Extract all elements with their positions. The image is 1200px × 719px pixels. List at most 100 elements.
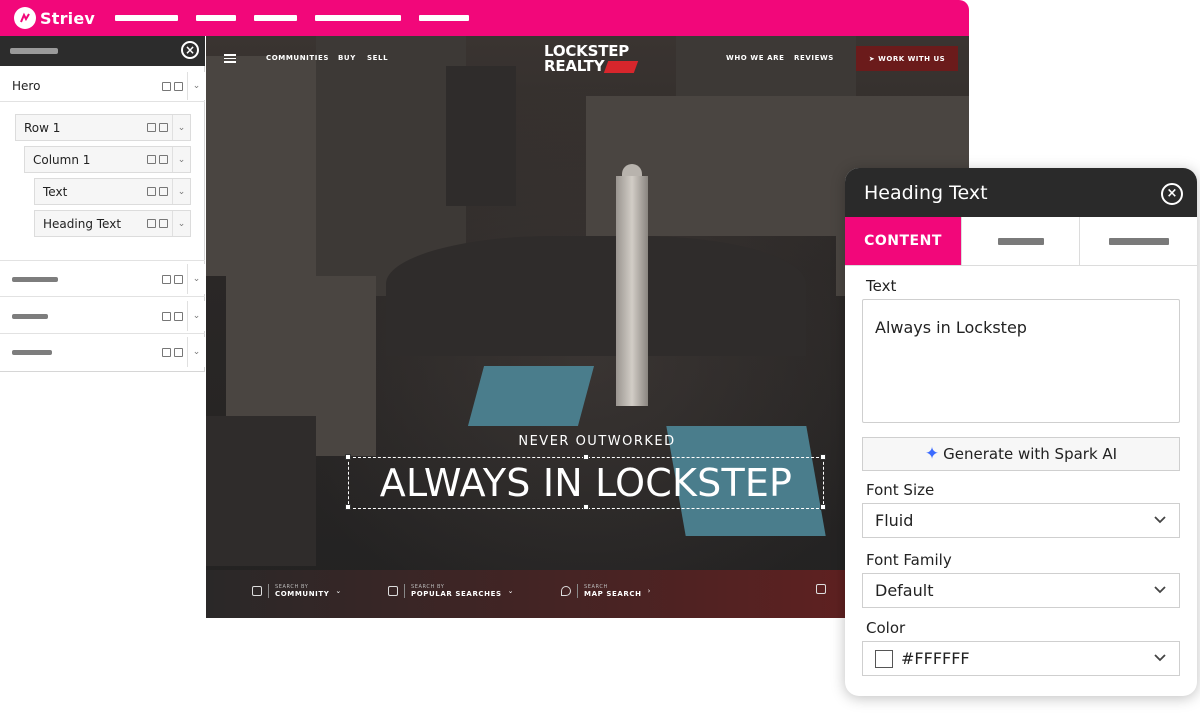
toolbar-menu-5[interactable] <box>419 15 469 21</box>
toolbar-menu-1[interactable] <box>115 15 178 21</box>
map-pin-icon <box>561 586 571 596</box>
editor-window: Striev × Hero ⌄ Row 1 ⌄ Column 1 ⌄ Text … <box>0 0 969 618</box>
tree-item-collapsed[interactable]: ⌄ <box>0 337 205 367</box>
resize-handle[interactable] <box>583 454 589 460</box>
search-item-label: MAP SEARCH <box>584 590 642 598</box>
tree-item-collapsed[interactable]: ⌄ <box>0 264 205 294</box>
resize-handle[interactable] <box>820 504 826 510</box>
copy-icon[interactable] <box>147 155 156 164</box>
trash-icon[interactable] <box>159 219 168 228</box>
send-icon: ➤ <box>868 54 876 63</box>
trash-icon[interactable] <box>159 187 168 196</box>
chevron-down-icon <box>1154 586 1166 594</box>
copy-icon[interactable] <box>162 81 171 91</box>
font-family-select[interactable]: Default <box>862 573 1180 608</box>
resize-handle[interactable] <box>820 454 826 460</box>
chevron-down-icon[interactable]: ⌄ <box>172 179 190 204</box>
chevron-down-icon[interactable]: ⌄ <box>187 337 205 367</box>
tree-item-text[interactable]: Text ⌄ <box>34 178 191 205</box>
tree-item-label: Column 1 <box>33 152 91 167</box>
tree-item-heading-text[interactable]: Heading Text ⌄ <box>34 210 191 237</box>
resize-handle[interactable] <box>583 504 589 510</box>
heading-text-input[interactable]: Always in Lockstep <box>862 299 1180 423</box>
bg-building <box>206 56 326 276</box>
search-by-community[interactable]: SEARCH BY COMMUNITY ⌄ <box>252 584 341 598</box>
sparkle-icon: ✦ <box>924 444 940 464</box>
building-icon <box>388 586 398 596</box>
nav-link-who-we-are[interactable]: WHO WE ARE <box>726 54 785 62</box>
copy-icon[interactable] <box>147 187 156 196</box>
generate-spark-ai-button[interactable]: ✦ Generate with Spark AI <box>862 437 1180 471</box>
tab-style[interactable] <box>962 217 1080 265</box>
color-select[interactable]: #FFFFFF <box>862 641 1180 676</box>
nav-link-sell[interactable]: SELL <box>367 54 388 62</box>
layers-sidebar: × Hero ⌄ Row 1 ⌄ Column 1 ⌄ Text ⌄ Headi… <box>0 36 205 372</box>
tree-item-placeholder <box>12 276 58 282</box>
bg-water <box>467 366 595 426</box>
resize-handle[interactable] <box>345 454 351 460</box>
nav-link-reviews[interactable]: REVIEWS <box>794 54 834 62</box>
community-icon <box>252 586 262 596</box>
font-family-value: Default <box>875 581 934 600</box>
toolbar-menu-4[interactable] <box>315 15 401 21</box>
hero-heading-selected[interactable]: ALWAYS IN LOCKSTEP <box>348 457 824 509</box>
work-with-us-button[interactable]: ➤ WORK WITH US <box>856 46 958 71</box>
close-icon[interactable]: × <box>181 41 199 59</box>
trash-icon[interactable] <box>159 155 168 164</box>
logo-accent-shape <box>604 60 639 73</box>
trash-icon[interactable] <box>174 274 183 284</box>
color-label: Color <box>866 619 906 637</box>
trash-icon[interactable] <box>174 311 183 321</box>
font-size-select[interactable]: Fluid <box>862 503 1180 538</box>
tree-item-label: Row 1 <box>24 120 61 135</box>
tree-item-collapsed[interactable]: ⌄ <box>0 301 205 331</box>
tree-item-column-1[interactable]: Column 1 ⌄ <box>24 146 191 173</box>
chevron-down-icon[interactable]: ⌄ <box>172 115 190 140</box>
chevron-down-icon <box>1154 654 1166 662</box>
tree-item-placeholder <box>12 313 48 319</box>
tree-item-row-1[interactable]: Row 1 ⌄ <box>15 114 191 141</box>
app-logo[interactable]: Striev <box>14 7 95 29</box>
tab-content[interactable]: CONTENT <box>845 217 962 265</box>
site-logo[interactable]: LOCKSTEP REALTY <box>544 44 639 75</box>
copy-icon[interactable] <box>147 219 156 228</box>
toolbar-menu-2[interactable] <box>196 15 236 21</box>
tree-item-placeholder <box>12 349 52 355</box>
copy-icon[interactable] <box>147 123 156 132</box>
search-map-search[interactable]: SEARCH MAP SEARCH › <box>561 584 650 598</box>
generate-spark-ai-label: Generate with Spark AI <box>943 445 1118 463</box>
trash-icon[interactable] <box>174 81 183 91</box>
close-icon[interactable]: × <box>1161 183 1183 205</box>
panel-header: Heading Text × <box>845 168 1197 217</box>
copy-icon[interactable] <box>162 347 171 357</box>
site-logo-line-2: REALTY <box>544 57 605 75</box>
chevron-down-icon[interactable]: ⌄ <box>187 301 205 331</box>
home-icon <box>816 584 826 594</box>
resize-handle[interactable] <box>345 504 351 510</box>
chevron-down-icon[interactable]: ⌄ <box>172 211 190 236</box>
nav-link-buy[interactable]: BUY <box>338 54 356 62</box>
chevron-down-icon[interactable]: ⌄ <box>187 264 205 294</box>
nav-link-communities[interactable]: COMMUNITIES <box>266 54 329 62</box>
search-extra[interactable] <box>816 584 826 594</box>
color-swatch[interactable] <box>875 649 893 668</box>
trash-icon[interactable] <box>174 347 183 357</box>
copy-icon[interactable] <box>162 311 171 321</box>
tab-placeholder-bar <box>997 237 1044 245</box>
sidebar-search-input[interactable]: × <box>0 36 205 66</box>
toolbar-menu-3[interactable] <box>254 15 297 21</box>
search-popular-searches[interactable]: SEARCH BY POPULAR SEARCHES ⌄ <box>388 584 514 598</box>
chevron-down-icon[interactable]: ⌄ <box>187 72 205 100</box>
hamburger-icon[interactable] <box>224 54 236 63</box>
chevron-down-icon <box>1154 516 1166 524</box>
copy-icon[interactable] <box>162 274 171 284</box>
tree-item-hero[interactable]: Hero ⌄ <box>0 72 205 100</box>
font-size-label: Font Size <box>866 481 935 499</box>
chevron-down-icon: ⌄ <box>335 587 342 595</box>
search-item-label: COMMUNITY <box>275 590 330 598</box>
trash-icon[interactable] <box>159 123 168 132</box>
tab-advanced[interactable] <box>1080 217 1197 265</box>
chevron-down-icon[interactable]: ⌄ <box>172 147 190 172</box>
hero-subheading[interactable]: NEVER OUTWORKED <box>402 434 792 449</box>
logo-mark-icon <box>14 7 36 29</box>
